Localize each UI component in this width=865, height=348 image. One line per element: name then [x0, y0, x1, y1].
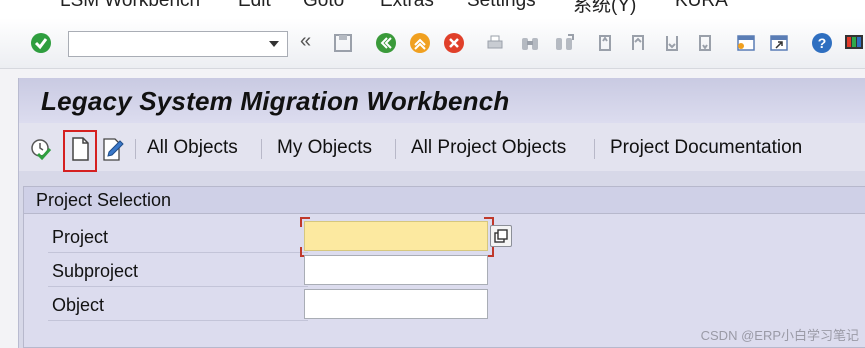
group-title: Project Selection	[36, 190, 172, 210]
previous-page-icon[interactable]	[627, 32, 649, 54]
watermark: CSDN @ERP小白学习笔记	[700, 328, 859, 343]
my-objects-button[interactable]: My Objects	[277, 137, 372, 159]
main-panel: Legacy System Migration Workbench All Ob…	[18, 78, 865, 348]
all-project-objects-button[interactable]: All Project Objects	[411, 137, 566, 159]
menu-lsm-workbench[interactable]: LSM Workbench	[60, 0, 200, 12]
save-icon[interactable]	[332, 32, 354, 54]
menu-settings[interactable]: Settings	[467, 0, 536, 12]
subproject-input[interactable]	[304, 255, 488, 285]
find-next-icon[interactable]	[553, 32, 575, 54]
application-toolbar: All Objects My Objects All Project Objec…	[19, 123, 865, 171]
value-help-icon	[494, 229, 508, 243]
project-row: Project	[48, 222, 308, 253]
edit-pencil-icon[interactable]	[101, 136, 125, 162]
last-page-icon[interactable]	[694, 32, 716, 54]
next-page-icon[interactable]	[661, 32, 683, 54]
object-input[interactable]	[304, 289, 488, 319]
new-session-icon[interactable]	[735, 32, 757, 54]
object-label: Object	[52, 295, 105, 315]
create-shortcut-icon[interactable]	[768, 32, 790, 54]
chevron-down-icon[interactable]	[269, 41, 279, 47]
menu-edit[interactable]: Edit	[238, 0, 271, 12]
highlight-box	[63, 130, 97, 172]
cancel-icon[interactable]	[443, 32, 465, 54]
customize-layout-icon[interactable]	[843, 32, 865, 54]
first-page-icon[interactable]	[594, 32, 616, 54]
toolbar-separator	[261, 139, 262, 159]
group-header: Project Selection	[24, 187, 865, 214]
menu-system[interactable]: 系统(Y)	[573, 0, 636, 17]
menu-goto[interactable]: Goto	[303, 0, 344, 12]
all-objects-button[interactable]: All Objects	[147, 137, 238, 159]
execute-clock-icon[interactable]	[29, 137, 53, 161]
toolbar-separator	[135, 139, 136, 159]
subproject-row: Subproject	[48, 256, 308, 287]
toolbar-separator	[395, 139, 396, 159]
menu-extras[interactable]: Extras	[380, 0, 434, 12]
svg-text:?: ?	[818, 35, 827, 51]
object-row: Object	[48, 290, 308, 321]
menu-kura[interactable]: KURA	[675, 0, 728, 12]
exit-icon[interactable]	[409, 32, 431, 54]
toolbar-separator	[594, 139, 595, 159]
value-help-button[interactable]	[490, 225, 512, 247]
print-icon[interactable]	[484, 32, 506, 54]
find-icon[interactable]	[519, 32, 541, 54]
menu-bar: LSM Workbench Edit Goto Extras Settings …	[0, 0, 865, 18]
project-input[interactable]	[304, 221, 488, 251]
required-corner	[300, 217, 310, 227]
command-field[interactable]	[68, 31, 288, 57]
history-collapse-icon[interactable]: «	[300, 30, 311, 53]
enter-checkmark-icon[interactable]	[30, 32, 52, 54]
subproject-label: Subproject	[52, 261, 139, 281]
back-icon[interactable]	[375, 32, 397, 54]
help-icon[interactable]: ?	[811, 32, 833, 54]
page-title: Legacy System Migration Workbench	[41, 86, 510, 116]
project-selection-group: Project Selection Project Subproject Obj…	[23, 186, 865, 348]
project-label: Project	[52, 227, 109, 247]
system-toolbar: « ?	[0, 18, 865, 69]
title-bar: Legacy System Migration Workbench	[19, 78, 865, 123]
project-documentation-button[interactable]: Project Documentation	[610, 137, 802, 159]
